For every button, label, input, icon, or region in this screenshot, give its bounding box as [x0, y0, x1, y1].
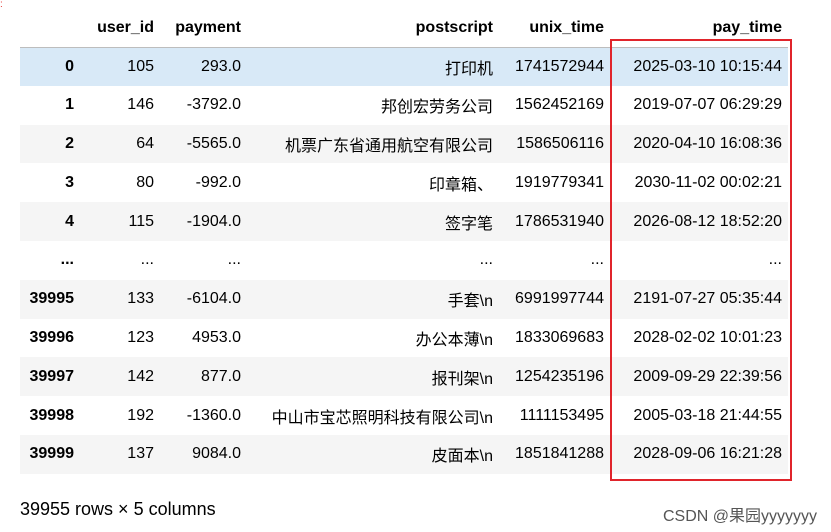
- cell-postscript: 手套\n: [447, 293, 493, 311]
- table-row: 39997 142 877.0 报刊架\n 1254235196 2009-09…: [20, 357, 788, 397]
- cell-postscript: ...: [479, 251, 493, 269]
- table-row-ellipsis: ... ... ... ... ... ...: [20, 240, 788, 280]
- cell-payment: -5565.0: [186, 134, 241, 152]
- row-index: 39999: [29, 445, 75, 463]
- cell-payment: 9084.0: [192, 445, 241, 463]
- cell-payment: 4953.0: [192, 328, 241, 346]
- cell-user-id: 146: [127, 96, 154, 114]
- cell-postscript: 印章箱、: [428, 176, 493, 194]
- cell-user-id: 142: [127, 367, 154, 385]
- column-header-postscript: postscript: [415, 18, 493, 36]
- cell-pay-time: 2028-09-06 16:21:28: [633, 445, 782, 463]
- table-row: 1 146 -3792.0 邦创宏劳务公司 1562452169 2019-07…: [20, 85, 788, 125]
- cell-payment: 293.0: [200, 57, 241, 75]
- cell-postscript: 邦创宏劳务公司: [380, 99, 493, 117]
- column-header-unix-time: unix_time: [529, 18, 604, 36]
- cell-user-id: 115: [128, 212, 154, 230]
- column-header-payment: payment: [175, 18, 241, 36]
- column-header-user-id: user_id: [97, 18, 154, 36]
- cell-payment: -1904.0: [186, 212, 241, 230]
- cell-postscript: 报刊架\n: [431, 370, 493, 388]
- cell-postscript: 机票广东省通用航空有限公司: [284, 137, 493, 155]
- cell-pay-time: ...: [768, 251, 782, 269]
- cell-unix-time: 1919779341: [515, 173, 604, 191]
- cell-unix-time: 1586506116: [516, 134, 604, 152]
- cell-pay-time: 2026-08-12 18:52:20: [633, 212, 782, 230]
- row-index: 39995: [29, 290, 75, 308]
- row-index: 39998: [29, 406, 75, 424]
- cell-pay-time: 2030-11-02 00:02:21: [634, 173, 782, 191]
- table-row: 39999 137 9084.0 皮面本\n 1851841288 2028-0…: [20, 434, 788, 474]
- cell-unix-time: 1111153495: [519, 406, 604, 424]
- cell-pay-time: 2025-03-10 10:15:44: [633, 57, 782, 75]
- row-index: 39996: [29, 328, 75, 346]
- cell-unix-time: 1833069683: [515, 328, 604, 346]
- table-row: 2 64 -5565.0 机票广东省通用航空有限公司 1586506116 20…: [20, 124, 788, 164]
- cell-pay-time: 2028-02-02 10:01:23: [633, 328, 782, 346]
- cell-postscript: 皮面本\n: [431, 448, 493, 466]
- cell-unix-time: 6991997744: [515, 290, 604, 308]
- cell-payment: -1360.0: [186, 406, 241, 424]
- cell-user-id: 64: [136, 134, 154, 152]
- dataframe-shape-info: 39955 rows × 5 columns: [20, 499, 216, 519]
- row-index: 4: [65, 212, 74, 230]
- corner-annotation-mark: :: [0, 0, 3, 10]
- cell-payment: -3792.0: [186, 96, 241, 114]
- row-index: ...: [60, 251, 74, 269]
- cell-user-id: 192: [127, 406, 154, 424]
- row-index: 2: [65, 134, 74, 152]
- cell-user-id: 137: [127, 445, 154, 463]
- row-index: 39997: [29, 367, 75, 385]
- cell-unix-time: 1786531940: [515, 212, 604, 230]
- table-row: 39998 192 -1360.0 中山市宝芯照明科技有限公司\n 111115…: [20, 396, 788, 435]
- table-row: 4 115 -1904.0 签字笔 1786531940 2026-08-12 …: [20, 202, 788, 241]
- dataframe-table: user_id payment postscript unix_time pay…: [20, 9, 788, 474]
- cell-payment: -992.0: [195, 173, 241, 191]
- cell-postscript: 办公本薄\n: [415, 331, 493, 349]
- cell-user-id: 133: [127, 290, 154, 308]
- cell-pay-time: 2005-03-18 21:44:55: [633, 406, 782, 424]
- cell-unix-time: 1851841288: [515, 445, 604, 463]
- cell-unix-time: ...: [590, 251, 604, 269]
- cell-user-id: 80: [136, 173, 154, 191]
- cell-payment: -6104.0: [186, 290, 241, 308]
- cell-pay-time: 2009-09-29 22:39:56: [633, 367, 782, 385]
- cell-pay-time: 2020-04-10 16:08:36: [633, 134, 782, 152]
- table-row: 3 80 -992.0 印章箱、 1919779341 2030-11-02 0…: [20, 163, 788, 203]
- table-row: 39995 133 -6104.0 手套\n 6991997744 2191-0…: [20, 279, 788, 319]
- csdn-watermark: CSDN @果园yyyyyyy: [662, 508, 817, 525]
- cell-user-id: 123: [127, 328, 154, 346]
- table-row: 39996 123 4953.0 办公本薄\n 1833069683 2028-…: [20, 318, 788, 358]
- cell-postscript: 打印机: [444, 60, 493, 78]
- cell-pay-time: 2191-07-27 05:35:44: [633, 290, 782, 308]
- cell-user-id: 105: [127, 57, 154, 75]
- table-header-row: user_id payment postscript unix_time pay…: [20, 9, 788, 47]
- row-index: 0: [65, 57, 74, 75]
- cell-postscript: 签字笔: [444, 215, 493, 233]
- cell-user-id: ...: [140, 251, 154, 269]
- cell-unix-time: 1741572944: [515, 57, 604, 75]
- cell-payment: ...: [227, 251, 241, 269]
- cell-unix-time: 1562452169: [515, 96, 604, 114]
- cell-unix-time: 1254235196: [515, 367, 604, 385]
- cell-pay-time: 2019-07-07 06:29:29: [633, 96, 782, 114]
- cell-payment: 877.0: [200, 367, 241, 385]
- table-row: 0 105 293.0 打印机 1741572944 2025-03-10 10…: [20, 47, 788, 86]
- row-index: 1: [65, 96, 74, 114]
- cell-postscript: 中山市宝芯照明科技有限公司\n: [271, 409, 493, 427]
- column-header-pay-time: pay_time: [712, 18, 782, 36]
- index-header: [20, 9, 80, 47]
- row-index: 3: [65, 173, 74, 191]
